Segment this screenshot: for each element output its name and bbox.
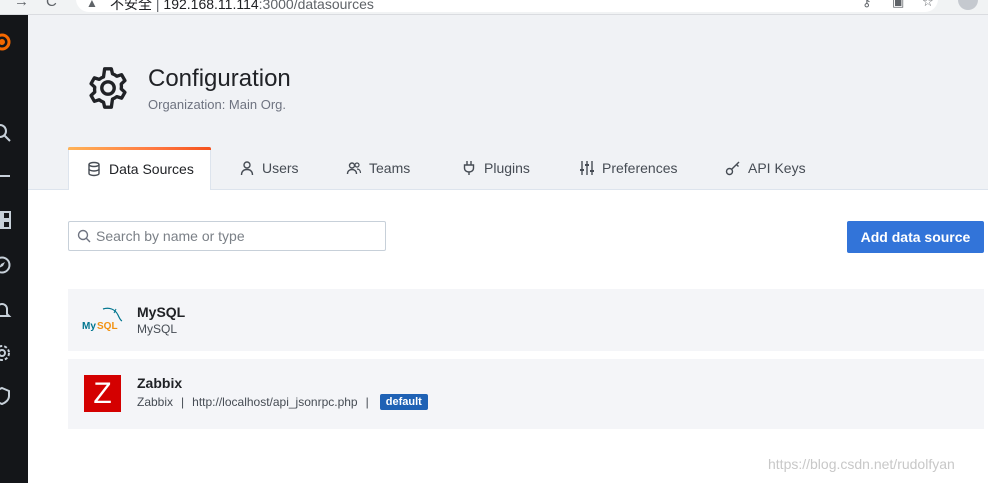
datasource-type-label: MySQL: [137, 322, 178, 336]
sliders-icon: [579, 160, 595, 176]
datasource-url: http://localhost/api_jsonrpc.php: [192, 395, 358, 409]
datasource-name: Zabbix: [137, 375, 183, 391]
add-icon[interactable]: [0, 166, 12, 186]
shield-icon[interactable]: [0, 386, 12, 406]
add-data-source-button[interactable]: Add data source: [847, 221, 984, 253]
tab-label: API Keys: [748, 159, 806, 176]
datasource-name: MySQL: [137, 304, 186, 320]
zabbix-logo-letter: Z: [93, 377, 112, 410]
side-menu: [0, 15, 28, 483]
tab-plugins[interactable]: Plugins: [461, 147, 530, 188]
address-bar[interactable]: ▲ 不安全 | 192.168.11.114:3000/datasources: [76, 0, 938, 12]
tab-teams[interactable]: Teams: [346, 147, 410, 188]
configuration-gear-icon: [85, 65, 131, 111]
key-icon[interactable]: ⚷: [862, 0, 872, 10]
alerting-icon[interactable]: [0, 300, 12, 320]
search-icon: [77, 229, 91, 243]
back-arrow-icon[interactable]: →: [14, 0, 29, 10]
url-host: 192.168.11.114: [163, 0, 259, 12]
search-input[interactable]: [96, 222, 376, 250]
datasource-type: MySQL: [137, 322, 177, 336]
tab-api-keys[interactable]: API Keys: [725, 147, 806, 188]
url-path: :3000/datasources: [258, 0, 374, 12]
plug-icon: [461, 160, 477, 176]
zabbix-logo-icon: Z: [84, 375, 121, 412]
page-title: Configuration: [148, 65, 291, 92]
page-subtitle: Organization: Main Org.: [148, 97, 287, 112]
user-icon: [239, 160, 255, 176]
gear-icon[interactable]: [0, 343, 12, 363]
translate-icon[interactable]: ▣: [892, 0, 904, 10]
datasource-type-label: Zabbix: [137, 395, 174, 409]
star-icon[interactable]: ☆: [922, 0, 934, 10]
tab-label: Data Sources: [109, 160, 194, 177]
tab-label: Preferences: [602, 159, 678, 176]
page-header: Configuration Organization: Main Org. Da…: [28, 15, 988, 191]
key-icon: [725, 160, 741, 176]
database-icon: [86, 161, 102, 177]
tab-users[interactable]: Users: [239, 147, 299, 188]
url-text[interactable]: 不安全 | 192.168.11.114:3000/datasources: [110, 0, 374, 14]
grafana-logo-icon[interactable]: [0, 32, 12, 52]
tab-label: Plugins: [484, 159, 530, 176]
reload-icon[interactable]: C: [46, 0, 57, 10]
tab-preferences[interactable]: Preferences: [579, 147, 677, 188]
search-field: [68, 221, 386, 251]
search-icon[interactable]: [0, 123, 12, 143]
default-badge: default: [379, 394, 428, 410]
separator: |: [181, 395, 185, 409]
separator: |: [365, 395, 369, 409]
datasource-card-zabbix[interactable]: Z Zabbix Zabbix | http://localhost/api_j…: [68, 359, 984, 429]
datasource-details: Zabbix | http://localhost/api_jsonrpc.ph…: [137, 394, 428, 410]
mysql-logo-icon: My SQL: [81, 305, 123, 338]
tab-data-sources[interactable]: Data Sources: [68, 147, 211, 191]
users-icon: [346, 160, 362, 176]
explore-icon[interactable]: [0, 255, 12, 275]
security-warning-icon[interactable]: ▲: [86, 0, 98, 10]
security-label: 不安全: [110, 0, 152, 12]
watermark: https://blog.csdn.net/rudolfyan: [768, 456, 955, 472]
svg-text:SQL: SQL: [97, 321, 118, 332]
datasource-card-mysql[interactable]: My SQL MySQL MySQL: [68, 289, 984, 351]
tab-label: Teams: [369, 159, 411, 176]
dashboards-icon[interactable]: [0, 210, 12, 230]
svg-text:My: My: [82, 321, 96, 332]
tab-label: Users: [262, 159, 299, 176]
profile-avatar[interactable]: [958, 0, 978, 10]
browser-toolbar: → C ▲ 不安全 | 192.168.11.114:3000/datasour…: [0, 0, 988, 15]
